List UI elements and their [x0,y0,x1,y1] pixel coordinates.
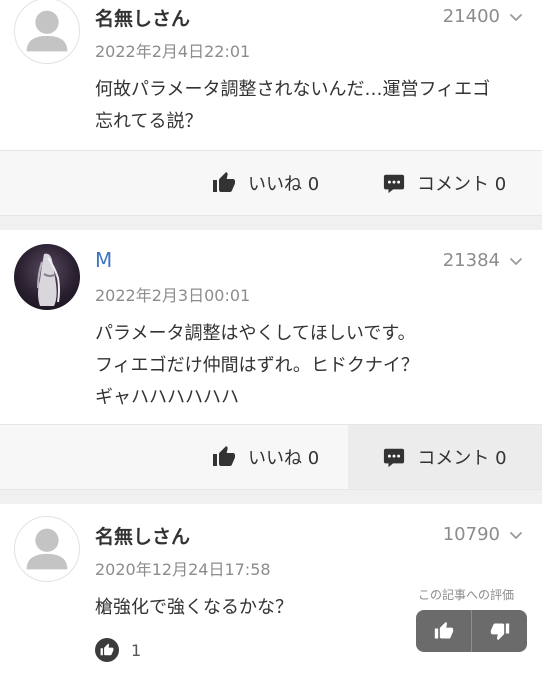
comment-actions-2: いいね 0 コメント 0 [0,424,542,490]
article-rating-buttons [416,610,527,652]
comment-username[interactable]: 名無しさん [95,522,190,549]
chevron-down-icon [508,253,524,269]
like-button[interactable]: いいね 0 [212,151,319,215]
comment-line: フィエゴだけ仲間はずれ。ヒドクナイ？ [95,355,419,376]
comment-body: 何故パラメータ調整されないんだ…運営フィエゴ 忘れてる説？ [95,74,490,138]
comment-username[interactable]: M [95,248,112,272]
comment-button[interactable]: コメント 0 [348,425,542,489]
comment-line: 槍強化で強くなるかな？ [95,597,293,618]
like-count-value: 1 [131,640,142,660]
user-avatar[interactable] [14,244,80,310]
default-avatar-icon [14,0,80,64]
comment-username[interactable]: 名無しさん [95,4,190,31]
like-label: いいね 0 [248,174,320,195]
comment-label: コメント 0 [417,174,507,195]
like-label: いいね 0 [248,448,320,469]
chevron-down-icon [508,9,524,25]
thumbs-up-icon [95,638,119,662]
comment-body: 槍強化で強くなるかな？ [95,592,293,624]
article-rating-label: この記事への評価 [418,588,515,602]
rate-good-button[interactable] [416,610,471,652]
comment-bubble-icon [383,446,405,468]
rate-bad-button[interactable] [471,610,527,652]
chevron-down-icon [508,527,524,543]
comment-line: パラメータ調整はやくしてほしいです。 [95,323,416,344]
comment-line: 忘れてる説？ [95,111,203,132]
comment-number: 10790 [442,524,500,545]
comment-card-2: M 21384 2022年2月3日00:01 パラメータ調整はやくしてほしいです… [0,230,542,424]
thumbs-up-icon [212,445,236,469]
comment-date: 2022年2月4日22:01 [95,42,251,61]
comment-card-3: 名無しさん 10790 2020年12月24日17:58 槍強化で強くなるかな？… [0,504,542,680]
comment-line: 何故パラメータ調整されないんだ…運営フィエゴ [95,79,491,100]
comment-date: 2020年12月24日17:58 [95,560,271,579]
comment-number-dropdown[interactable]: 10790 [443,524,524,545]
thumbs-up-icon [212,171,236,195]
thumbs-down-icon [490,621,510,641]
comment-number: 21384 [442,250,500,271]
thumbs-up-icon [434,621,454,641]
comment-bubble-icon [383,172,405,194]
like-count[interactable]: 1 [95,638,141,662]
comment-number-dropdown[interactable]: 21384 [443,250,524,271]
comment-card-1: 名無しさん 21400 2022年2月4日22:01 何故パラメータ調整されない… [0,0,542,150]
comment-number-dropdown[interactable]: 21400 [443,6,524,27]
default-avatar-icon [14,516,80,582]
like-button[interactable]: いいね 0 [212,425,319,489]
comment-line: ギャハハハハハハ [95,387,239,408]
comment-date: 2022年2月3日00:01 [95,286,251,305]
comment-button[interactable]: コメント 0 [383,151,506,215]
comment-number: 21400 [442,6,500,27]
comment-label: コメント 0 [417,448,507,469]
comment-body: パラメータ調整はやくしてほしいです。 フィエゴだけ仲間はずれ。ヒドクナイ？ ギャ… [95,318,419,414]
comment-actions-1: いいね 0 コメント 0 [0,150,542,216]
